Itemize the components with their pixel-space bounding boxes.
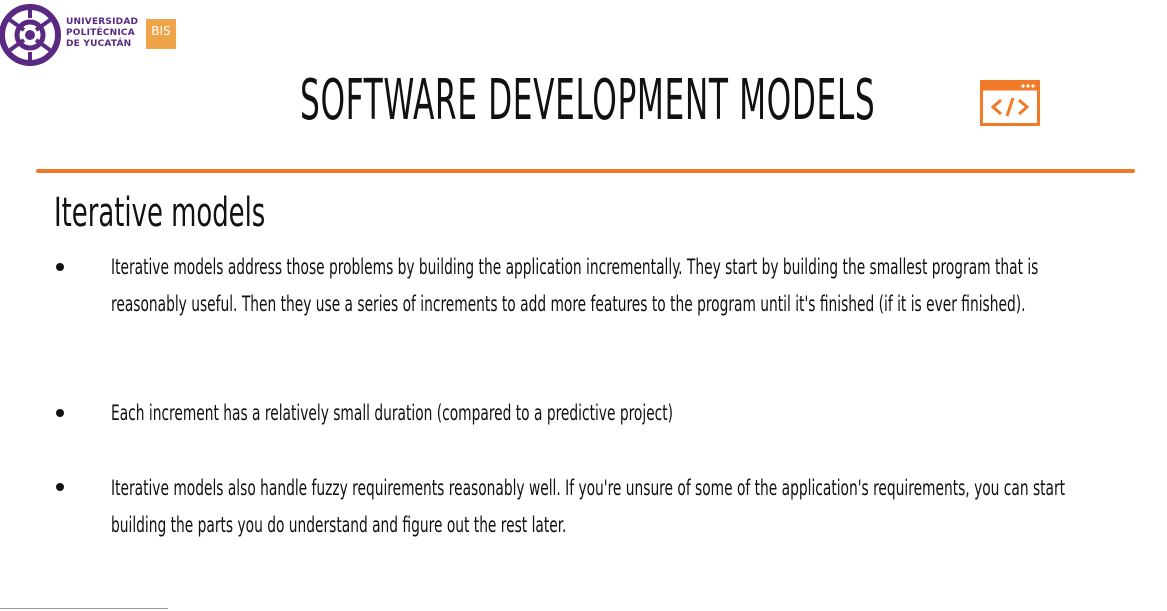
section-heading: Iterative models <box>54 190 266 236</box>
title-divider <box>36 169 1135 173</box>
slide-title: SOFTWARE DEVELOPMENT MODELS <box>300 68 876 133</box>
bullet-dot <box>56 483 64 491</box>
university-name-line-3: DE YUCATÁN <box>66 39 132 49</box>
university-name-line-2: POLITÉCNICA <box>66 28 135 38</box>
bullet-dot <box>56 409 64 417</box>
code-window-icon <box>980 80 1040 126</box>
bullet-item-3: Iterative models also handle fuzzy requi… <box>111 476 1066 537</box>
university-logo: UNIVERSIDAD POLITÉCNICA DE YUCATÁN BIS <box>0 0 180 70</box>
bullet-dot <box>56 263 64 271</box>
bullet-item-1: Iterative models address those problems … <box>111 255 1039 316</box>
university-emblem-icon <box>0 4 61 66</box>
university-name: UNIVERSIDAD POLITÉCNICA DE YUCATÁN <box>66 17 138 50</box>
footer-line <box>0 608 168 609</box>
bis-badge: BIS <box>146 19 176 49</box>
bullet-item-2: Each increment has a relatively small du… <box>111 401 674 425</box>
university-name-line-1: UNIVERSIDAD <box>66 17 139 27</box>
